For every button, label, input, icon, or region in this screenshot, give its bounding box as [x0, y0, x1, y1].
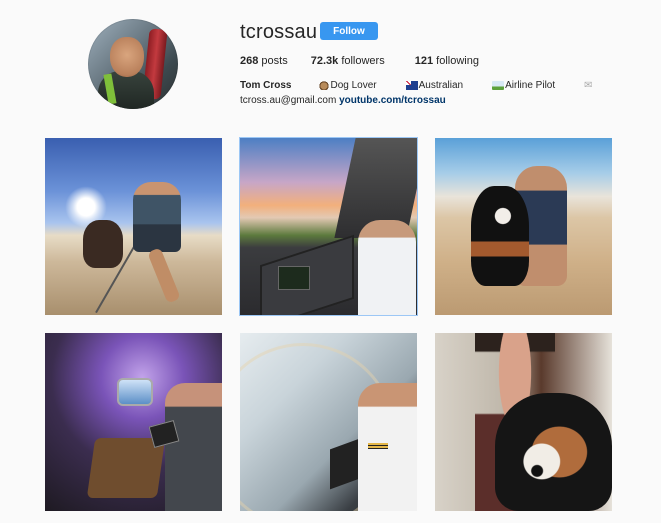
- cabin-window: [117, 378, 153, 406]
- bio-tag-airline-pilot: Airline Pilot: [492, 80, 555, 91]
- follow-button[interactable]: Follow: [320, 22, 378, 40]
- profile-stats: 268 posts 72.3k followers 121 following: [240, 55, 502, 67]
- post-image: [240, 138, 417, 315]
- following-count[interactable]: 121 following: [415, 55, 479, 67]
- post-image: [435, 138, 612, 315]
- following-label: following: [436, 55, 479, 67]
- post-thumbnail[interactable]: [435, 333, 612, 511]
- bio-line: Tom Cross Dog Lover Australian Airline P…: [240, 80, 593, 91]
- post-thumbnail[interactable]: [240, 333, 417, 511]
- avatar-face: [110, 37, 144, 77]
- man-figure: [165, 383, 222, 511]
- post-thumbnail[interactable]: [435, 138, 612, 315]
- dog-figure: [495, 393, 612, 511]
- posts-label: posts: [261, 55, 288, 67]
- followers-value: 72.3k: [310, 55, 339, 67]
- bio-contact: tcross.au@gmail.com youtube.com/tcrossau: [240, 95, 446, 106]
- bio-tag-label: Dog Lover: [330, 80, 377, 91]
- man-figure: [133, 182, 181, 252]
- post-image: [240, 333, 417, 511]
- bio-tag-dog-lover: Dog Lover: [317, 80, 377, 91]
- airplane-emoji-icon: [492, 81, 505, 90]
- profile-username: tcrossau: [240, 21, 318, 43]
- envelope-icon: ✉: [584, 80, 593, 91]
- following-value: 121: [414, 55, 434, 67]
- instrument-screen: [278, 266, 310, 290]
- followers-count[interactable]: 72.3k followers: [311, 55, 385, 67]
- dog-figure: [83, 220, 123, 268]
- bio-tag-label: Australian: [418, 80, 464, 91]
- bio-website-link[interactable]: youtube.com/tcrossau: [339, 95, 446, 106]
- posts-value: 268: [240, 55, 259, 67]
- profile-header: tcrossau Follow 268 posts 72.3k follower…: [0, 0, 661, 130]
- bio-tag-label: Airline Pilot: [505, 80, 556, 91]
- post-image: [45, 138, 222, 315]
- man-leg: [147, 247, 181, 304]
- pilot-figure: [358, 220, 416, 315]
- post-thumbnail[interactable]: [45, 138, 222, 315]
- bio-email: tcross.au@gmail.com: [240, 95, 337, 106]
- bio-tag-australian: Australian: [405, 80, 464, 91]
- profile-avatar[interactable]: [88, 19, 178, 109]
- followers-label: followers: [341, 55, 385, 67]
- dog-emoji-icon: [317, 81, 330, 90]
- post-thumbnail[interactable]: [240, 138, 417, 315]
- post-thumbnail[interactable]: [45, 333, 222, 511]
- australia-flag-icon: [405, 81, 418, 90]
- pilot-epaulette: [368, 443, 388, 449]
- post-image: [45, 333, 222, 511]
- bio-full-name: Tom Cross: [240, 80, 292, 91]
- posts-count: 268 posts: [240, 55, 288, 67]
- dog-figure: [471, 186, 529, 286]
- post-image: [435, 333, 612, 511]
